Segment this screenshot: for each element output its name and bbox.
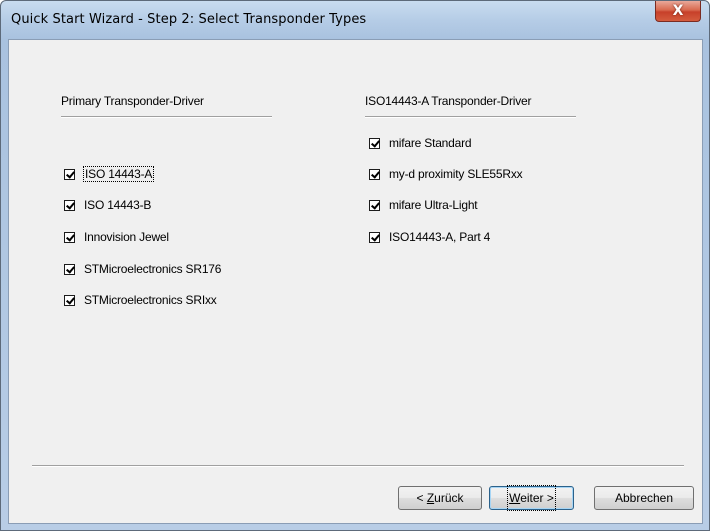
close-button[interactable]: X <box>655 1 701 22</box>
title-bar[interactable]: Quick Start Wizard - Step 2: Select Tran… <box>1 1 709 39</box>
checkbox-label: STMicroelectronics SR176 <box>84 262 222 276</box>
next-button-label: Weiter > <box>507 485 556 511</box>
checkbox-mifare-standard[interactable]: mifare Standard <box>369 135 472 151</box>
checkbox-st-sr176[interactable]: STMicroelectronics SR176 <box>64 261 221 277</box>
checkbox-checked-icon[interactable] <box>369 168 380 180</box>
checkbox-label: STMicroelectronics SRIxx <box>84 293 217 307</box>
checkbox-st-srixx[interactable]: STMicroelectronics SRIxx <box>64 292 217 308</box>
checkbox-label: mifare Standard <box>389 136 472 150</box>
primary-driver-group-title: Primary Transponder-Driver <box>61 94 204 108</box>
checkbox-innovision-jewel[interactable]: Innovision Jewel <box>64 229 169 245</box>
checkbox-iso14443a-part4[interactable]: ISO14443-A, Part 4 <box>369 229 490 245</box>
checkbox-mifare-ultralight[interactable]: mifare Ultra-Light <box>369 197 478 213</box>
checkbox-myd-proximity[interactable]: my-d proximity SLE55Rxx <box>369 166 523 182</box>
checkbox-checked-icon[interactable] <box>64 168 75 180</box>
back-button-prefix: < <box>416 491 427 505</box>
wizard-content: Primary Transponder-Driver ISO 14443-A I… <box>8 39 703 524</box>
checkbox-checked-icon[interactable] <box>369 137 380 149</box>
window-title: Quick Start Wizard - Step 2: Select Tran… <box>11 12 367 27</box>
checkbox-label: Innovision Jewel <box>84 230 169 244</box>
checkbox-label: ISO14443-A, Part 4 <box>389 230 491 244</box>
checkbox-checked-icon[interactable] <box>64 231 75 243</box>
cancel-button-label: Abbrechen <box>614 491 674 505</box>
checkbox-checked-icon[interactable] <box>64 199 75 211</box>
cancel-button[interactable]: Abbrechen <box>594 486 694 510</box>
checkbox-checked-icon[interactable] <box>64 263 75 275</box>
primary-driver-group-divider <box>61 116 272 118</box>
checkbox-label: ISO 14443-A <box>82 166 155 182</box>
iso14443a-driver-group-title: ISO14443-A Transponder-Driver <box>365 94 532 108</box>
back-button-rest: urück <box>434 491 464 505</box>
back-button-label: < Zurück <box>416 487 463 509</box>
checkbox-label: mifare Ultra-Light <box>389 198 478 212</box>
checkbox-checked-icon[interactable] <box>64 294 75 306</box>
wizard-window: Quick Start Wizard - Step 2: Select Tran… <box>0 0 710 531</box>
next-button[interactable]: Weiter > <box>489 485 574 511</box>
checkbox-iso14443b[interactable]: ISO 14443-B <box>64 197 151 213</box>
next-button-rest: eiter > <box>520 491 554 505</box>
checkbox-label: my-d proximity SLE55Rxx <box>389 167 523 181</box>
back-button[interactable]: < Zurück <box>398 486 482 510</box>
checkbox-label: ISO 14443-B <box>84 198 152 212</box>
iso14443a-driver-group-divider <box>365 116 576 118</box>
close-icon: X <box>672 3 684 19</box>
footer-separator <box>32 465 684 467</box>
checkbox-checked-icon[interactable] <box>369 199 380 211</box>
next-button-mnemonic: W <box>509 491 521 505</box>
checkbox-iso14443a[interactable]: ISO 14443-A <box>64 166 155 182</box>
checkbox-checked-icon[interactable] <box>369 231 380 243</box>
